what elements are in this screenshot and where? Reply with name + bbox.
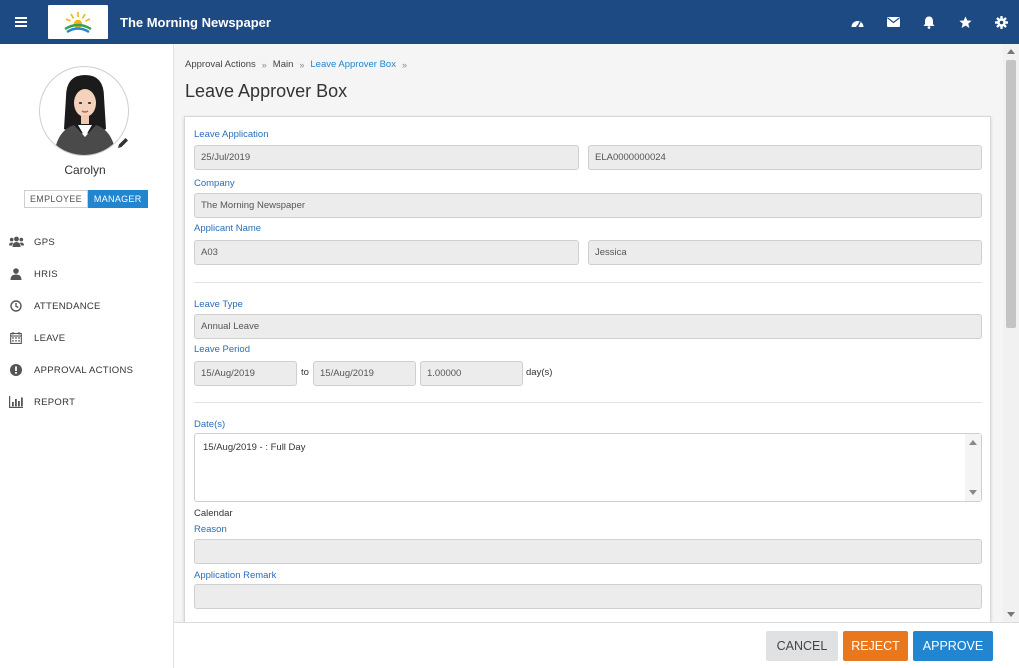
envelope-icon [886,17,900,27]
dashboard-icon [851,20,863,28]
leave-period-label: Leave Period [194,344,250,355]
star-icon [958,16,972,28]
days-field[interactable]: 1.00000 [420,361,523,386]
applicant-name-field[interactable]: Jessica [588,240,982,265]
scroll-up-icon[interactable] [1007,49,1015,54]
to-label: to [301,367,309,378]
bell-icon [923,16,935,29]
approve-button[interactable]: APPROVE [913,631,993,661]
company-field[interactable]: The Morning Newspaper [194,193,982,218]
calendar-icon [8,330,24,346]
leave-type-field[interactable]: Annual Leave [194,314,982,339]
messages-button[interactable] [875,0,911,44]
scroll-down-icon[interactable] [1007,612,1015,617]
reason-field[interactable] [194,539,982,564]
sidebar-item-gps[interactable]: GPS [0,226,172,258]
sidebar-item-leave[interactable]: LEAVE [0,322,172,354]
notifications-button[interactable] [911,0,947,44]
menu-toggle-button[interactable] [8,0,34,44]
pencil-icon[interactable] [116,136,130,150]
scroll-up-icon[interactable] [969,440,977,445]
period-from-field[interactable]: 15/Aug/2019 [194,361,297,386]
application-remark-field[interactable] [194,584,982,609]
sidebar: Carolyn EMPLOYEE MANAGER GPS HRIS ATTEND… [0,44,174,668]
sidebar-item-attendance[interactable]: ATTENDANCE [0,290,172,322]
scrollbar-thumb[interactable] [1006,60,1016,328]
company-label: Company [194,178,235,189]
role-toggle: EMPLOYEE MANAGER [24,190,148,208]
leave-application-form: Leave Application 25/Jul/2019 ELA0000000… [184,116,991,626]
user-name: Carolyn [64,163,106,177]
dates-label: Date(s) [194,419,226,430]
period-to-field[interactable]: 15/Aug/2019 [313,361,416,386]
breadcrumb-main[interactable]: Main [273,59,294,70]
leave-type-label: Leave Type [194,299,243,310]
top-icons [839,0,1019,44]
group-icon [8,234,24,250]
applicant-name-label: Applicant Name [194,223,262,234]
sidebar-item-label: LEAVE [34,332,66,344]
applicant-code-field[interactable]: A03 [194,240,579,265]
application-remark-label: Application Remark [194,570,277,581]
leave-application-label: Leave Application [194,129,269,140]
double-chevron-right-icon: » [401,59,407,70]
sidebar-item-label: APPROVAL ACTIONS [34,364,134,376]
double-chevron-right-icon: » [299,59,305,70]
sidebar-item-label: ATTENDANCE [34,300,101,312]
user-icon [8,266,24,282]
hamburger-icon [15,17,27,27]
breadcrumb: Approval Actions » Main » Leave Approver… [185,59,413,70]
app-logo[interactable] [48,5,108,39]
section-divider [194,402,982,403]
app-title: The Morning Newspaper [120,14,271,30]
dashboard-button[interactable] [839,0,875,44]
double-chevron-right-icon: » [261,59,267,70]
clock-icon [8,298,24,314]
breadcrumb-leave-approver-box[interactable]: Leave Approver Box [310,59,396,70]
dates-value: 15/Aug/2019 - : Full Day [203,442,306,453]
application-date-field[interactable]: 25/Jul/2019 [194,145,579,170]
textarea-scrollbar[interactable] [965,434,981,501]
sidebar-item-label: HRIS [34,268,58,280]
sidebar-item-report[interactable]: REPORT [0,386,172,418]
scroll-down-icon[interactable] [969,490,977,495]
days-unit-label: day(s) [526,367,553,378]
gear-icon [994,15,1008,29]
reject-button[interactable]: REJECT [843,631,908,661]
cancel-button[interactable]: CANCEL [766,631,838,661]
settings-button[interactable] [983,0,1019,44]
sidebar-item-label: REPORT [34,396,76,408]
sidebar-item-label: GPS [34,236,55,248]
top-bar: The Morning Newspaper [0,0,1019,44]
section-divider [194,282,982,283]
breadcrumb-approval-actions[interactable]: Approval Actions [185,59,256,70]
sunrise-logo-icon [64,12,92,34]
favorites-button[interactable] [947,0,983,44]
sidebar-item-approval-actions[interactable]: APPROVAL ACTIONS [0,354,172,386]
sidebar-item-hris[interactable]: HRIS [0,258,172,290]
exclamation-circle-icon [8,362,24,378]
employee-role-button[interactable]: EMPLOYEE [24,190,88,208]
calendar-link[interactable]: Calendar [194,508,233,519]
application-number-field[interactable]: ELA0000000024 [588,145,982,170]
bar-chart-icon [8,394,24,410]
nav-list: GPS HRIS ATTENDANCE LEAVE APPROVAL ACTIO… [0,226,172,418]
page-title: Leave Approver Box [185,81,348,101]
page-scrollbar[interactable] [1003,44,1019,622]
dates-textarea[interactable]: 15/Aug/2019 - : Full Day [194,433,982,502]
manager-role-button[interactable]: MANAGER [87,190,148,208]
action-footer: CANCEL REJECT APPROVE [174,622,1019,668]
reason-label: Reason [194,524,227,535]
